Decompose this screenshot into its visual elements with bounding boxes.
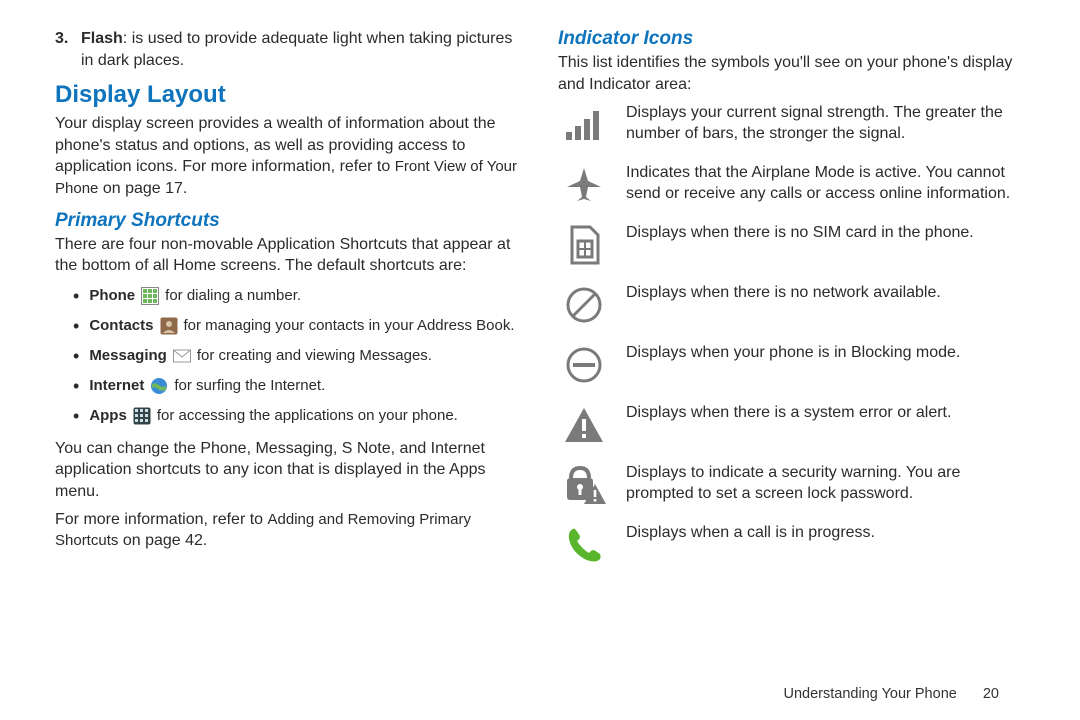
- messaging-label: Messaging: [89, 347, 167, 364]
- row-airplane: Indicates that the Airplane Mode is acti…: [558, 163, 1025, 207]
- shortcuts-para: There are four non-movable Application S…: [55, 234, 522, 277]
- apps-label: Apps: [89, 407, 127, 424]
- messaging-icon: [173, 347, 191, 365]
- security-desc: Displays to indicate a security warning.…: [626, 463, 1025, 505]
- blocking-desc: Displays when your phone is in Blocking …: [626, 343, 1025, 364]
- row-alert: Displays when there is a system error or…: [558, 403, 1025, 447]
- more-a: For more information, refer to: [55, 511, 268, 528]
- primary-shortcuts-heading: Primary Shortcuts: [55, 210, 522, 232]
- signal-bars-icon: [558, 103, 610, 147]
- alert-icon: [558, 403, 610, 447]
- indicator-table: Displays your current signal strength. T…: [558, 103, 1025, 567]
- manual-page: 3. Flash: is used to provide adequate li…: [0, 0, 1080, 720]
- shortcut-contacts: Contacts for managing your contacts in y…: [73, 313, 522, 340]
- change-shortcuts-para: You can change the Phone, Messaging, S N…: [55, 438, 522, 503]
- contacts-text: for managing your contacts in your Addre…: [184, 315, 515, 338]
- more-info-para: For more information, refer to Adding an…: [55, 509, 522, 552]
- indicator-intro: This list identifies the symbols you'll …: [558, 52, 1025, 95]
- footer-page-number: 20: [983, 686, 999, 702]
- airplane-desc: Indicates that the Airplane Mode is acti…: [626, 163, 1025, 205]
- flash-text: : is used to provide adequate light when…: [81, 30, 512, 69]
- left-column: 3. Flash: is used to provide adequate li…: [55, 28, 540, 702]
- right-column: Indicator Icons This list identifies the…: [540, 28, 1025, 702]
- nosim-desc: Displays when there is no SIM card in th…: [626, 223, 1025, 244]
- messaging-text: for creating and viewing Messages.: [197, 345, 432, 368]
- row-blocking: Displays when your phone is in Blocking …: [558, 343, 1025, 387]
- contacts-icon: [160, 317, 178, 335]
- flash-number: 3.: [55, 28, 81, 71]
- flash-body: Flash: is used to provide adequate light…: [81, 28, 522, 71]
- phone-icon: [141, 287, 159, 305]
- row-nonet: Displays when there is no network availa…: [558, 283, 1025, 327]
- apps-icon: [133, 407, 151, 425]
- flash-item: 3. Flash: is used to provide adequate li…: [55, 28, 522, 71]
- page-footer: Understanding Your Phone 20: [783, 686, 999, 702]
- row-signal: Displays your current signal strength. T…: [558, 103, 1025, 147]
- shortcut-internet: Internet for surfing the Internet.: [73, 373, 522, 400]
- shortcut-list: Phone for dialing a number. Contacts for…: [73, 283, 522, 430]
- indicator-icons-heading: Indicator Icons: [558, 28, 1025, 50]
- security-lock-icon: [558, 463, 610, 507]
- call-in-progress-icon: [558, 523, 610, 567]
- row-nosim: Displays when there is no SIM card in th…: [558, 223, 1025, 267]
- display-layout-heading: Display Layout: [55, 81, 522, 109]
- alert-desc: Displays when there is a system error or…: [626, 403, 1025, 424]
- row-security: Displays to indicate a security warning.…: [558, 463, 1025, 507]
- shortcut-apps: Apps for accessing the applications on y…: [73, 403, 522, 430]
- no-network-icon: [558, 283, 610, 327]
- internet-label: Internet: [89, 377, 144, 394]
- shortcut-messaging: Messaging for creating and viewing Messa…: [73, 343, 522, 370]
- display-para-b: on page 17.: [98, 180, 187, 197]
- airplane-icon: [558, 163, 610, 207]
- blocking-mode-icon: [558, 343, 610, 387]
- shortcut-phone: Phone for dialing a number.: [73, 283, 522, 310]
- nonet-desc: Displays when there is no network availa…: [626, 283, 1025, 304]
- more-b: on page 42.: [118, 532, 207, 549]
- contacts-label: Contacts: [89, 317, 153, 334]
- phone-text: for dialing a number.: [165, 285, 301, 308]
- no-sim-icon: [558, 223, 610, 267]
- phone-label: Phone: [89, 287, 135, 304]
- footer-section: Understanding Your Phone: [783, 686, 956, 702]
- signal-desc: Displays your current signal strength. T…: [626, 103, 1025, 145]
- internet-text: for surfing the Internet.: [174, 375, 325, 398]
- apps-text: for accessing the applications on your p…: [157, 405, 458, 428]
- row-call: Displays when a call is in progress.: [558, 523, 1025, 567]
- internet-icon: [150, 377, 168, 395]
- display-layout-para: Your display screen provides a wealth of…: [55, 113, 522, 199]
- call-desc: Displays when a call is in progress.: [626, 523, 1025, 544]
- flash-label: Flash: [81, 30, 123, 47]
